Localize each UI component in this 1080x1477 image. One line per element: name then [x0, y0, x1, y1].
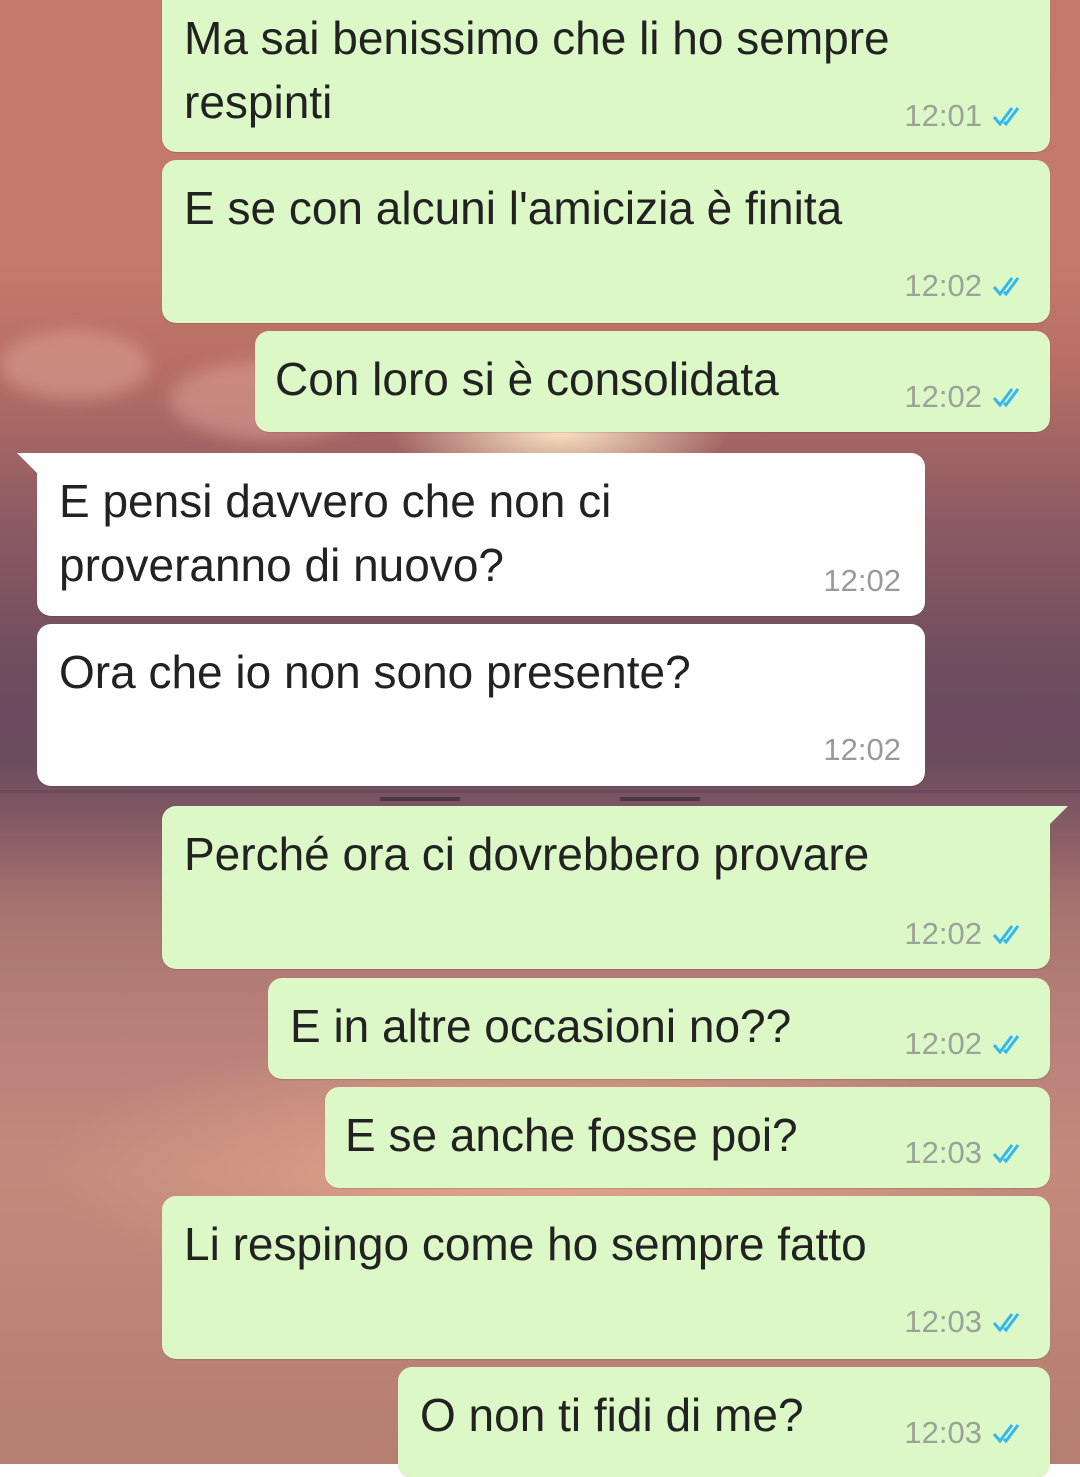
- read-ticks-icon: [992, 277, 1020, 297]
- message-meta: 12:02: [904, 1026, 1026, 1062]
- message-time: 12:02: [904, 268, 982, 303]
- wallpaper-cloud: [0, 330, 150, 400]
- wallpaper-boat: [380, 797, 460, 801]
- message-text-line: Li respingo come ho sempre fatto: [184, 1218, 867, 1270]
- message-bubble-outgoing[interactable]: Perché ora ci dovrebbero provare 12:02: [162, 806, 1068, 969]
- wallpaper-boat: [620, 797, 700, 801]
- message-time: 12:03: [904, 1304, 982, 1339]
- read-ticks-icon: [992, 925, 1020, 945]
- message-time: 12:02: [904, 379, 982, 414]
- message-text-line: Con loro si è consolidata: [275, 353, 779, 405]
- read-ticks-icon: [992, 1424, 1020, 1444]
- message-bubble-incoming[interactable]: E pensi davvero che non ci proveranno di…: [17, 453, 925, 616]
- message-time: 12:03: [904, 1135, 982, 1170]
- message-text-line: Ma sai benissimo che li ho sempre: [184, 12, 890, 64]
- message-meta: 12:03: [904, 1415, 1026, 1451]
- message-time: 12:03: [904, 1415, 982, 1450]
- message-bubble-outgoing[interactable]: Con loro si è consolidata 12:02: [255, 331, 1050, 432]
- bubble-tail: [1046, 806, 1068, 828]
- message-text-line: Ora che io non sono presente?: [59, 646, 691, 698]
- message-text-line: E in altre occasioni no??: [290, 1000, 792, 1052]
- message-bubble-outgoing[interactable]: Li respingo come ho sempre fatto 12:03: [162, 1196, 1050, 1359]
- message-bubble-outgoing[interactable]: E se anche fosse poi? 12:03: [325, 1087, 1050, 1188]
- bubble-tail: [17, 453, 39, 475]
- message-text-line: Perché ora ci dovrebbero provare: [184, 828, 870, 880]
- message-text-line: O non ti fidi di me?: [420, 1389, 804, 1441]
- message-text-line: E pensi davvero che non ci: [59, 475, 612, 527]
- message-meta: 12:03: [904, 1304, 1026, 1340]
- message-text-line: E se con alcuni l'amicizia è finita: [184, 182, 843, 234]
- message-time: 12:02: [904, 916, 982, 951]
- message-meta: 12:02: [823, 732, 901, 768]
- read-ticks-icon: [992, 1313, 1020, 1333]
- message-time: 12:02: [823, 732, 901, 767]
- message-bubble-outgoing[interactable]: Ma sai benissimo che li ho sempre respin…: [162, 0, 1050, 152]
- read-ticks-icon: [992, 1035, 1020, 1055]
- message-text-line: proveranno di nuovo?: [59, 539, 504, 591]
- message-bubble-outgoing[interactable]: E se con alcuni l'amicizia è finita 12:0…: [162, 160, 1050, 323]
- message-meta: 12:02: [904, 379, 1026, 415]
- read-ticks-icon: [992, 388, 1020, 408]
- message-bubble-incoming[interactable]: Ora che io non sono presente? 12:02: [37, 624, 925, 786]
- message-time: 12:02: [823, 563, 901, 598]
- message-meta: 12:02: [904, 916, 1026, 952]
- read-ticks-icon: [992, 1144, 1020, 1164]
- message-time: 12:02: [904, 1026, 982, 1061]
- message-text-line: E se anche fosse poi?: [345, 1109, 798, 1161]
- message-text-line: respinti: [184, 76, 333, 128]
- message-meta: 12:03: [904, 1135, 1026, 1171]
- message-bubble-outgoing[interactable]: E in altre occasioni no?? 12:02: [268, 978, 1050, 1079]
- message-meta: 12:01: [904, 98, 1026, 134]
- message-bubble-outgoing[interactable]: O non ti fidi di me? 12:03: [398, 1367, 1050, 1477]
- message-meta: 12:02: [904, 268, 1026, 304]
- read-ticks-icon: [992, 107, 1020, 127]
- message-time: 12:01: [904, 98, 982, 133]
- wallpaper-horizon: [0, 790, 1080, 793]
- message-meta: 12:02: [823, 563, 901, 599]
